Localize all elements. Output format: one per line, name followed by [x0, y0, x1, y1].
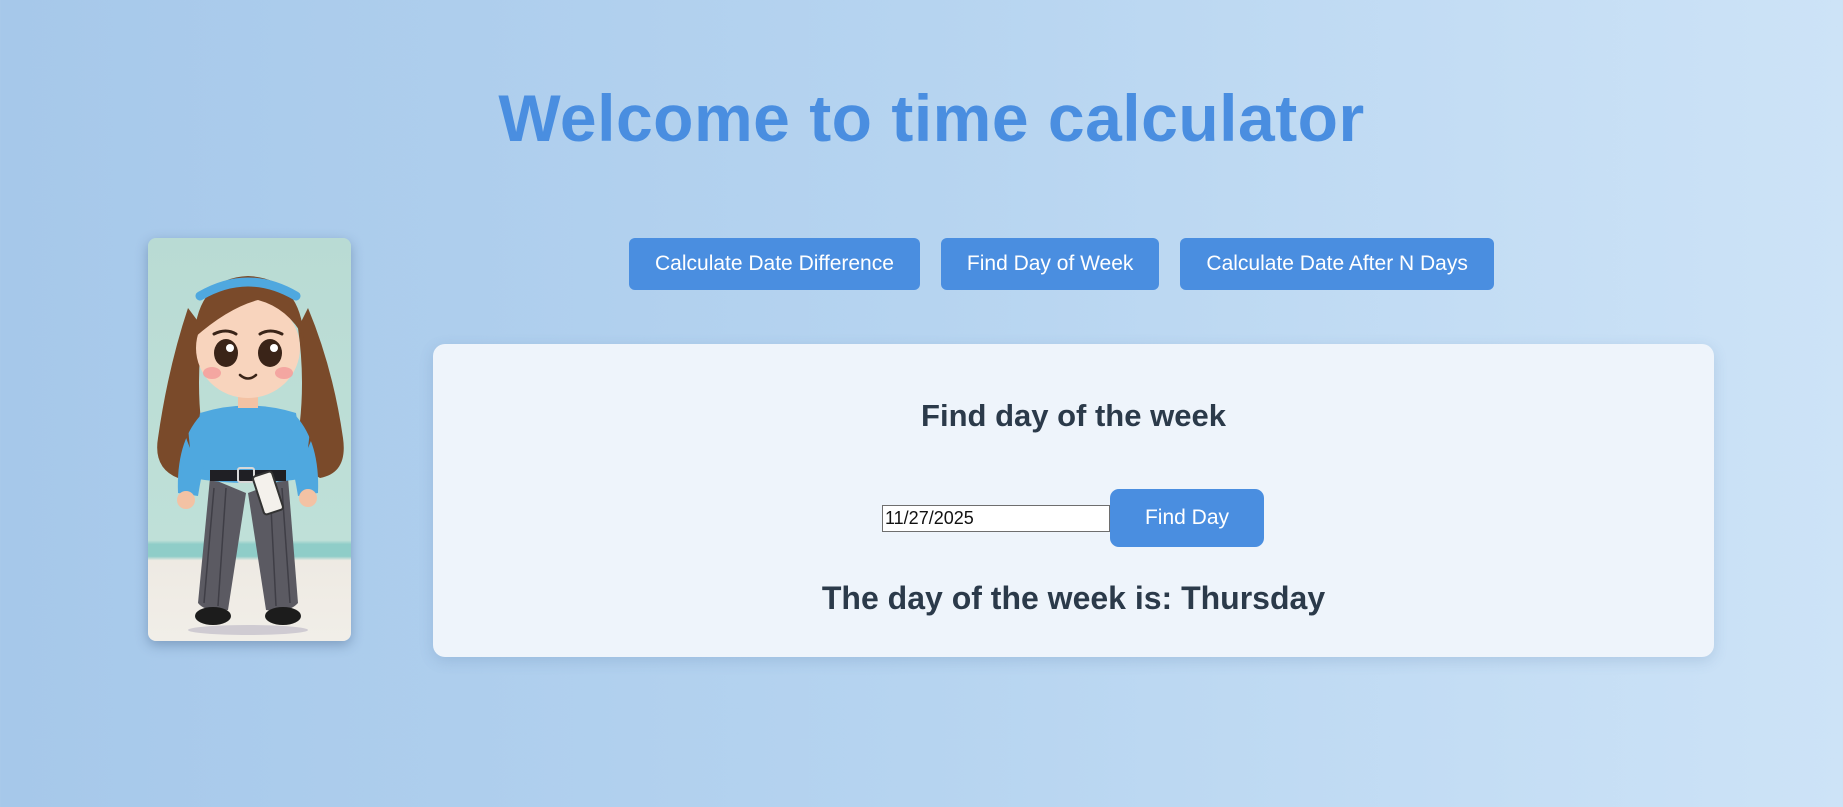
- find-day-button[interactable]: Find Day: [1110, 489, 1264, 547]
- date-form: Find Day: [882, 489, 1264, 547]
- cartoon-girl-image: [157, 276, 344, 635]
- find-day-panel: Find day of the week Find Day The day of…: [433, 344, 1714, 657]
- date-input[interactable]: [882, 504, 1110, 532]
- calculator-mode-nav: Calculate Date Difference Find Day of We…: [629, 238, 1494, 290]
- find-day-of-week-button[interactable]: Find Day of Week: [940, 238, 1160, 290]
- avatar-illustration: [148, 238, 351, 641]
- calculate-date-difference-button[interactable]: Calculate Date Difference: [629, 238, 920, 290]
- calculate-date-after-n-days-button[interactable]: Calculate Date After N Days: [1180, 238, 1494, 290]
- page-title: Welcome to time calculator: [498, 81, 1365, 155]
- result-text: The day of the week is: Thursday: [821, 580, 1326, 616]
- panel-title: Find day of the week: [921, 398, 1226, 433]
